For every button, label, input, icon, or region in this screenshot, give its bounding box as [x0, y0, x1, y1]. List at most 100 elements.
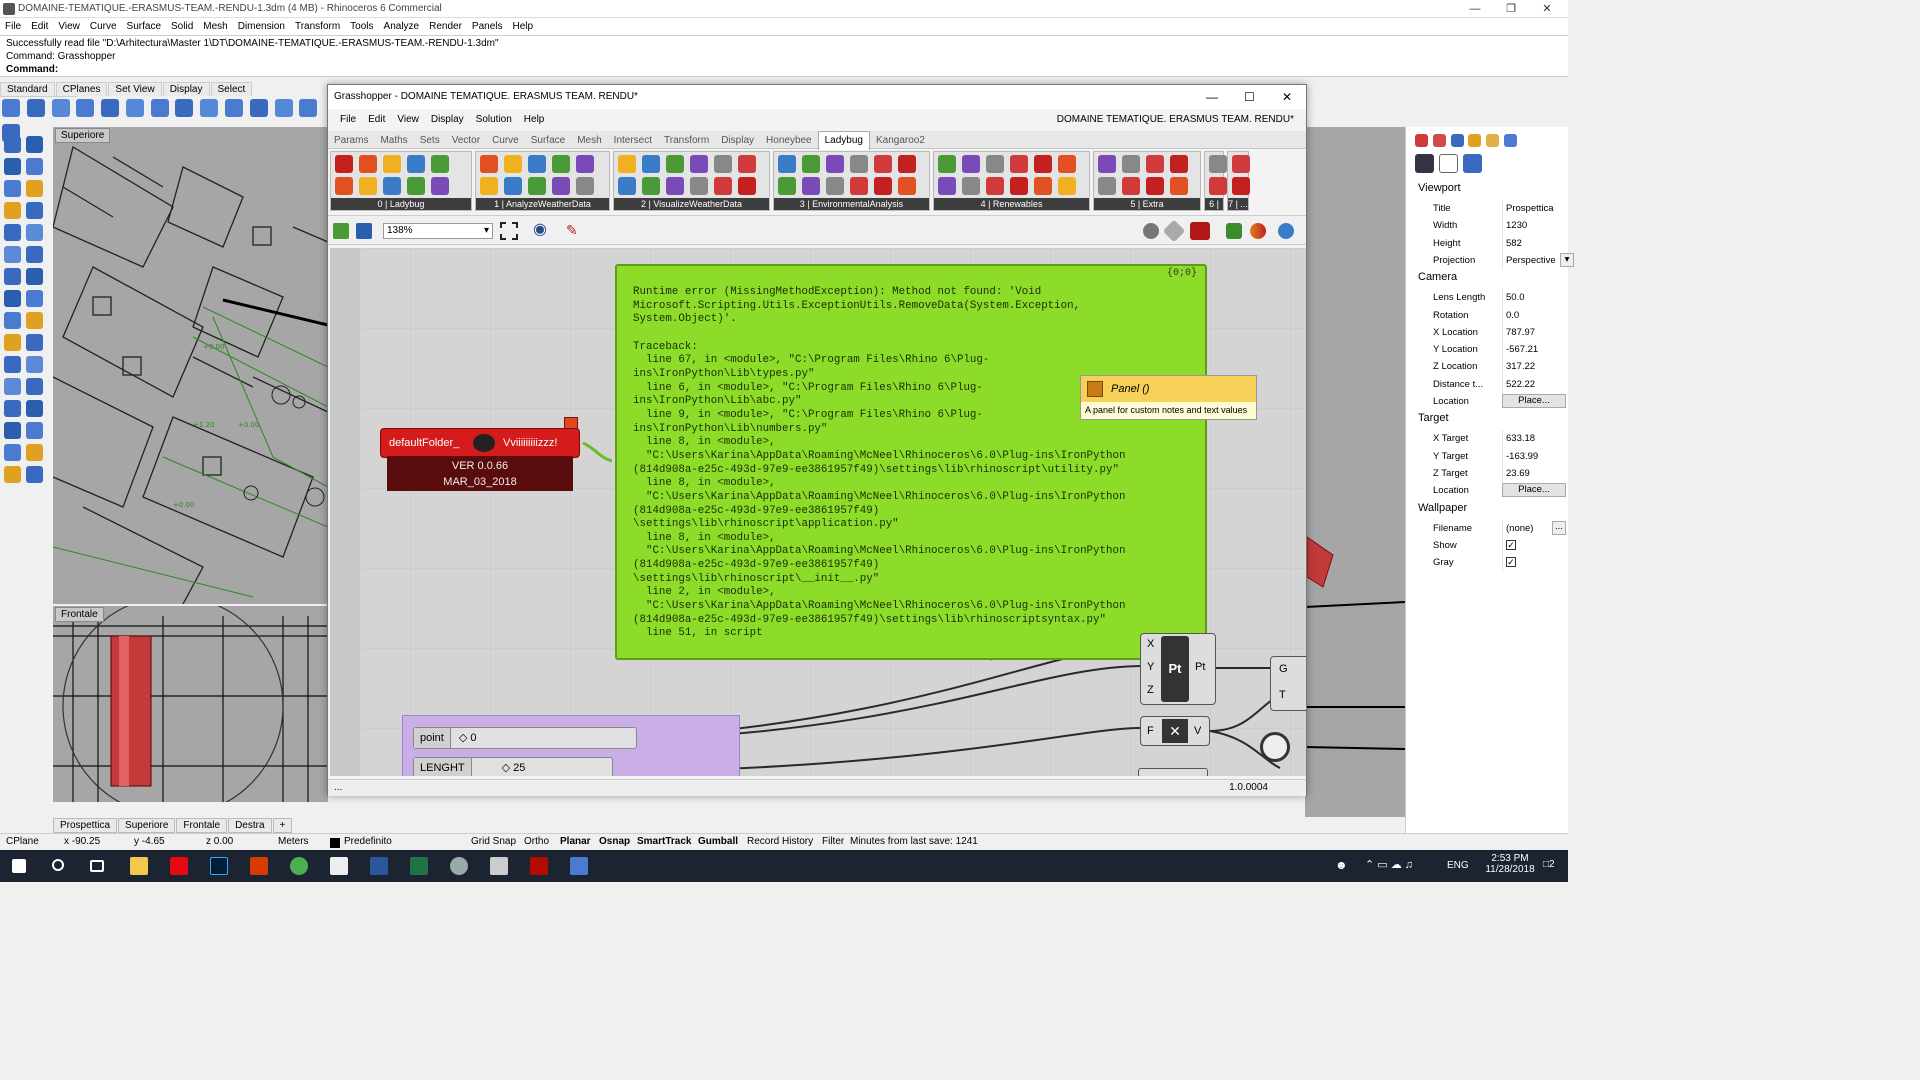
close-button[interactable]: ✕	[1530, 0, 1564, 18]
maximize-button[interactable]: ❐	[1494, 0, 1528, 18]
rhino-taskbar-icon[interactable]	[490, 857, 508, 875]
preview-eye-icon[interactable]: ◉	[533, 222, 555, 240]
component-icon[interactable]	[576, 155, 594, 173]
tool-icon[interactable]	[26, 466, 43, 483]
component-icon[interactable]	[1010, 155, 1028, 173]
tool-icon[interactable]	[4, 224, 21, 241]
tool-icon[interactable]	[26, 312, 43, 329]
property-value[interactable]: 317.22	[1502, 358, 1568, 376]
tool-icon[interactable]	[26, 444, 43, 461]
gh-tab-mesh[interactable]: Mesh	[571, 132, 607, 150]
component-icon[interactable]	[642, 177, 660, 195]
smarttrack-toggle[interactable]: SmartTrack	[637, 834, 691, 850]
property-value[interactable]: 0.0	[1502, 306, 1568, 324]
ladybug-component[interactable]: defaultFolder_ Vviiiiiiiiizzz!	[380, 428, 580, 458]
component-icon[interactable]	[690, 155, 708, 173]
toolbar-tab-select[interactable]: Select	[210, 82, 253, 96]
ribbon-group-label[interactable]: 0 | Ladybug	[331, 198, 471, 210]
open-document-icon[interactable]	[333, 223, 349, 239]
add-viewport-tab-icon[interactable]: +	[272, 818, 293, 833]
tool-icon[interactable]	[4, 422, 21, 439]
component-icon[interactable]	[1010, 177, 1028, 195]
planar-toggle[interactable]: Planar	[560, 834, 591, 850]
component-icon[interactable]	[802, 177, 820, 195]
menu-mesh[interactable]: Mesh	[198, 18, 232, 35]
gh-menu-display[interactable]: Display	[425, 109, 470, 131]
folder-icon[interactable]	[1486, 134, 1500, 147]
viewport-label-top[interactable]: Superiore	[55, 128, 111, 143]
print-icon[interactable]	[76, 99, 95, 117]
toolbar-tab-cplanes[interactable]: CPlanes	[55, 82, 108, 96]
zoom-extents-icon[interactable]	[299, 99, 318, 117]
tool-icon[interactable]	[26, 378, 43, 395]
camera-icon[interactable]	[1415, 154, 1434, 173]
cut-icon[interactable]	[101, 99, 120, 117]
ortho-toggle[interactable]: Ortho	[524, 834, 549, 850]
component-icon[interactable]	[1209, 177, 1227, 195]
tool-icon[interactable]	[26, 246, 43, 263]
open-file-icon[interactable]	[26, 99, 45, 117]
component-icon[interactable]	[778, 155, 796, 173]
sketch-pen-icon[interactable]: ✎	[566, 222, 584, 240]
component-icon[interactable]	[407, 155, 425, 173]
menu-view[interactable]: View	[53, 18, 85, 35]
photoshop-icon[interactable]	[210, 857, 228, 875]
save-document-icon[interactable]	[356, 223, 372, 239]
gh-tab-intersect[interactable]: Intersect	[608, 132, 658, 150]
toolbar-tab-set-view[interactable]: Set View	[108, 82, 162, 96]
component-icon[interactable]	[528, 177, 546, 195]
component-icon[interactable]	[642, 155, 660, 173]
command-prompt[interactable]: Command:	[6, 63, 1562, 76]
undo-icon[interactable]	[175, 99, 194, 117]
component-icon[interactable]	[618, 177, 636, 195]
component-icon[interactable]	[618, 155, 636, 173]
component-icon[interactable]	[576, 177, 594, 195]
tool-icon[interactable]	[26, 224, 43, 241]
construct-point-node[interactable]: X Y Z Pt Pt	[1140, 633, 1216, 705]
component-icon[interactable]	[986, 155, 1004, 173]
chrome-icon[interactable]	[290, 857, 308, 875]
new-file-icon[interactable]	[2, 99, 20, 117]
component-icon[interactable]	[359, 177, 377, 195]
tool-icon[interactable]	[4, 312, 21, 329]
deconstruct-node[interactable]: F ✕ V	[1140, 716, 1210, 746]
component-icon[interactable]	[826, 155, 844, 173]
excel-icon[interactable]	[410, 857, 428, 875]
property-value[interactable]: Perspective	[1502, 251, 1568, 269]
menu-analyze[interactable]: Analyze	[379, 18, 425, 35]
component-icon[interactable]	[383, 177, 401, 195]
menu-dimension[interactable]: Dimension	[233, 18, 290, 35]
preview-selected-icon[interactable]	[1190, 222, 1210, 240]
component-icon[interactable]	[383, 155, 401, 173]
people-icon[interactable]: ☻	[1335, 858, 1348, 872]
component-icon[interactable]	[1058, 155, 1076, 173]
viewport-tab-frontale[interactable]: Frontale	[176, 818, 228, 833]
partial-node-bottom[interactable]	[1138, 768, 1208, 776]
component-icon[interactable]	[1170, 177, 1188, 195]
task-view-icon[interactable]	[90, 860, 104, 872]
component-icon[interactable]	[962, 177, 980, 195]
property-value[interactable]: 787.97	[1502, 323, 1568, 341]
component-icon[interactable]	[528, 155, 546, 173]
component-icon[interactable]	[552, 155, 570, 173]
tool-icon[interactable]	[26, 356, 43, 373]
component-icon[interactable]	[1232, 177, 1250, 195]
ribbon-group-label[interactable]: 6 | D...	[1205, 198, 1223, 221]
status-layer[interactable]: Predefinito	[344, 834, 392, 850]
component-icon[interactable]	[986, 177, 1004, 195]
ribbon-group-label[interactable]: 1 | AnalyzeWeatherData	[476, 198, 609, 210]
tool-icon[interactable]	[26, 400, 43, 417]
tool-icon[interactable]	[26, 334, 43, 351]
tool-icon[interactable]	[4, 180, 21, 197]
menu-edit[interactable]: Edit	[26, 18, 53, 35]
menu-transform[interactable]: Transform	[290, 18, 345, 35]
tool-icon[interactable]	[26, 180, 43, 197]
component-icon[interactable]	[335, 177, 353, 195]
component-icon[interactable]	[480, 177, 498, 195]
tool-icon[interactable]	[26, 268, 43, 285]
ribbon-group-label[interactable]: 3 | EnvironmentalAnalysis	[774, 198, 929, 210]
component-icon[interactable]	[1098, 177, 1116, 195]
photos-icon[interactable]	[330, 857, 348, 875]
ribbon-group-label[interactable]: 2 | VisualizeWeatherData	[614, 198, 769, 210]
property-checkbox[interactable]: ✓	[1502, 554, 1568, 572]
